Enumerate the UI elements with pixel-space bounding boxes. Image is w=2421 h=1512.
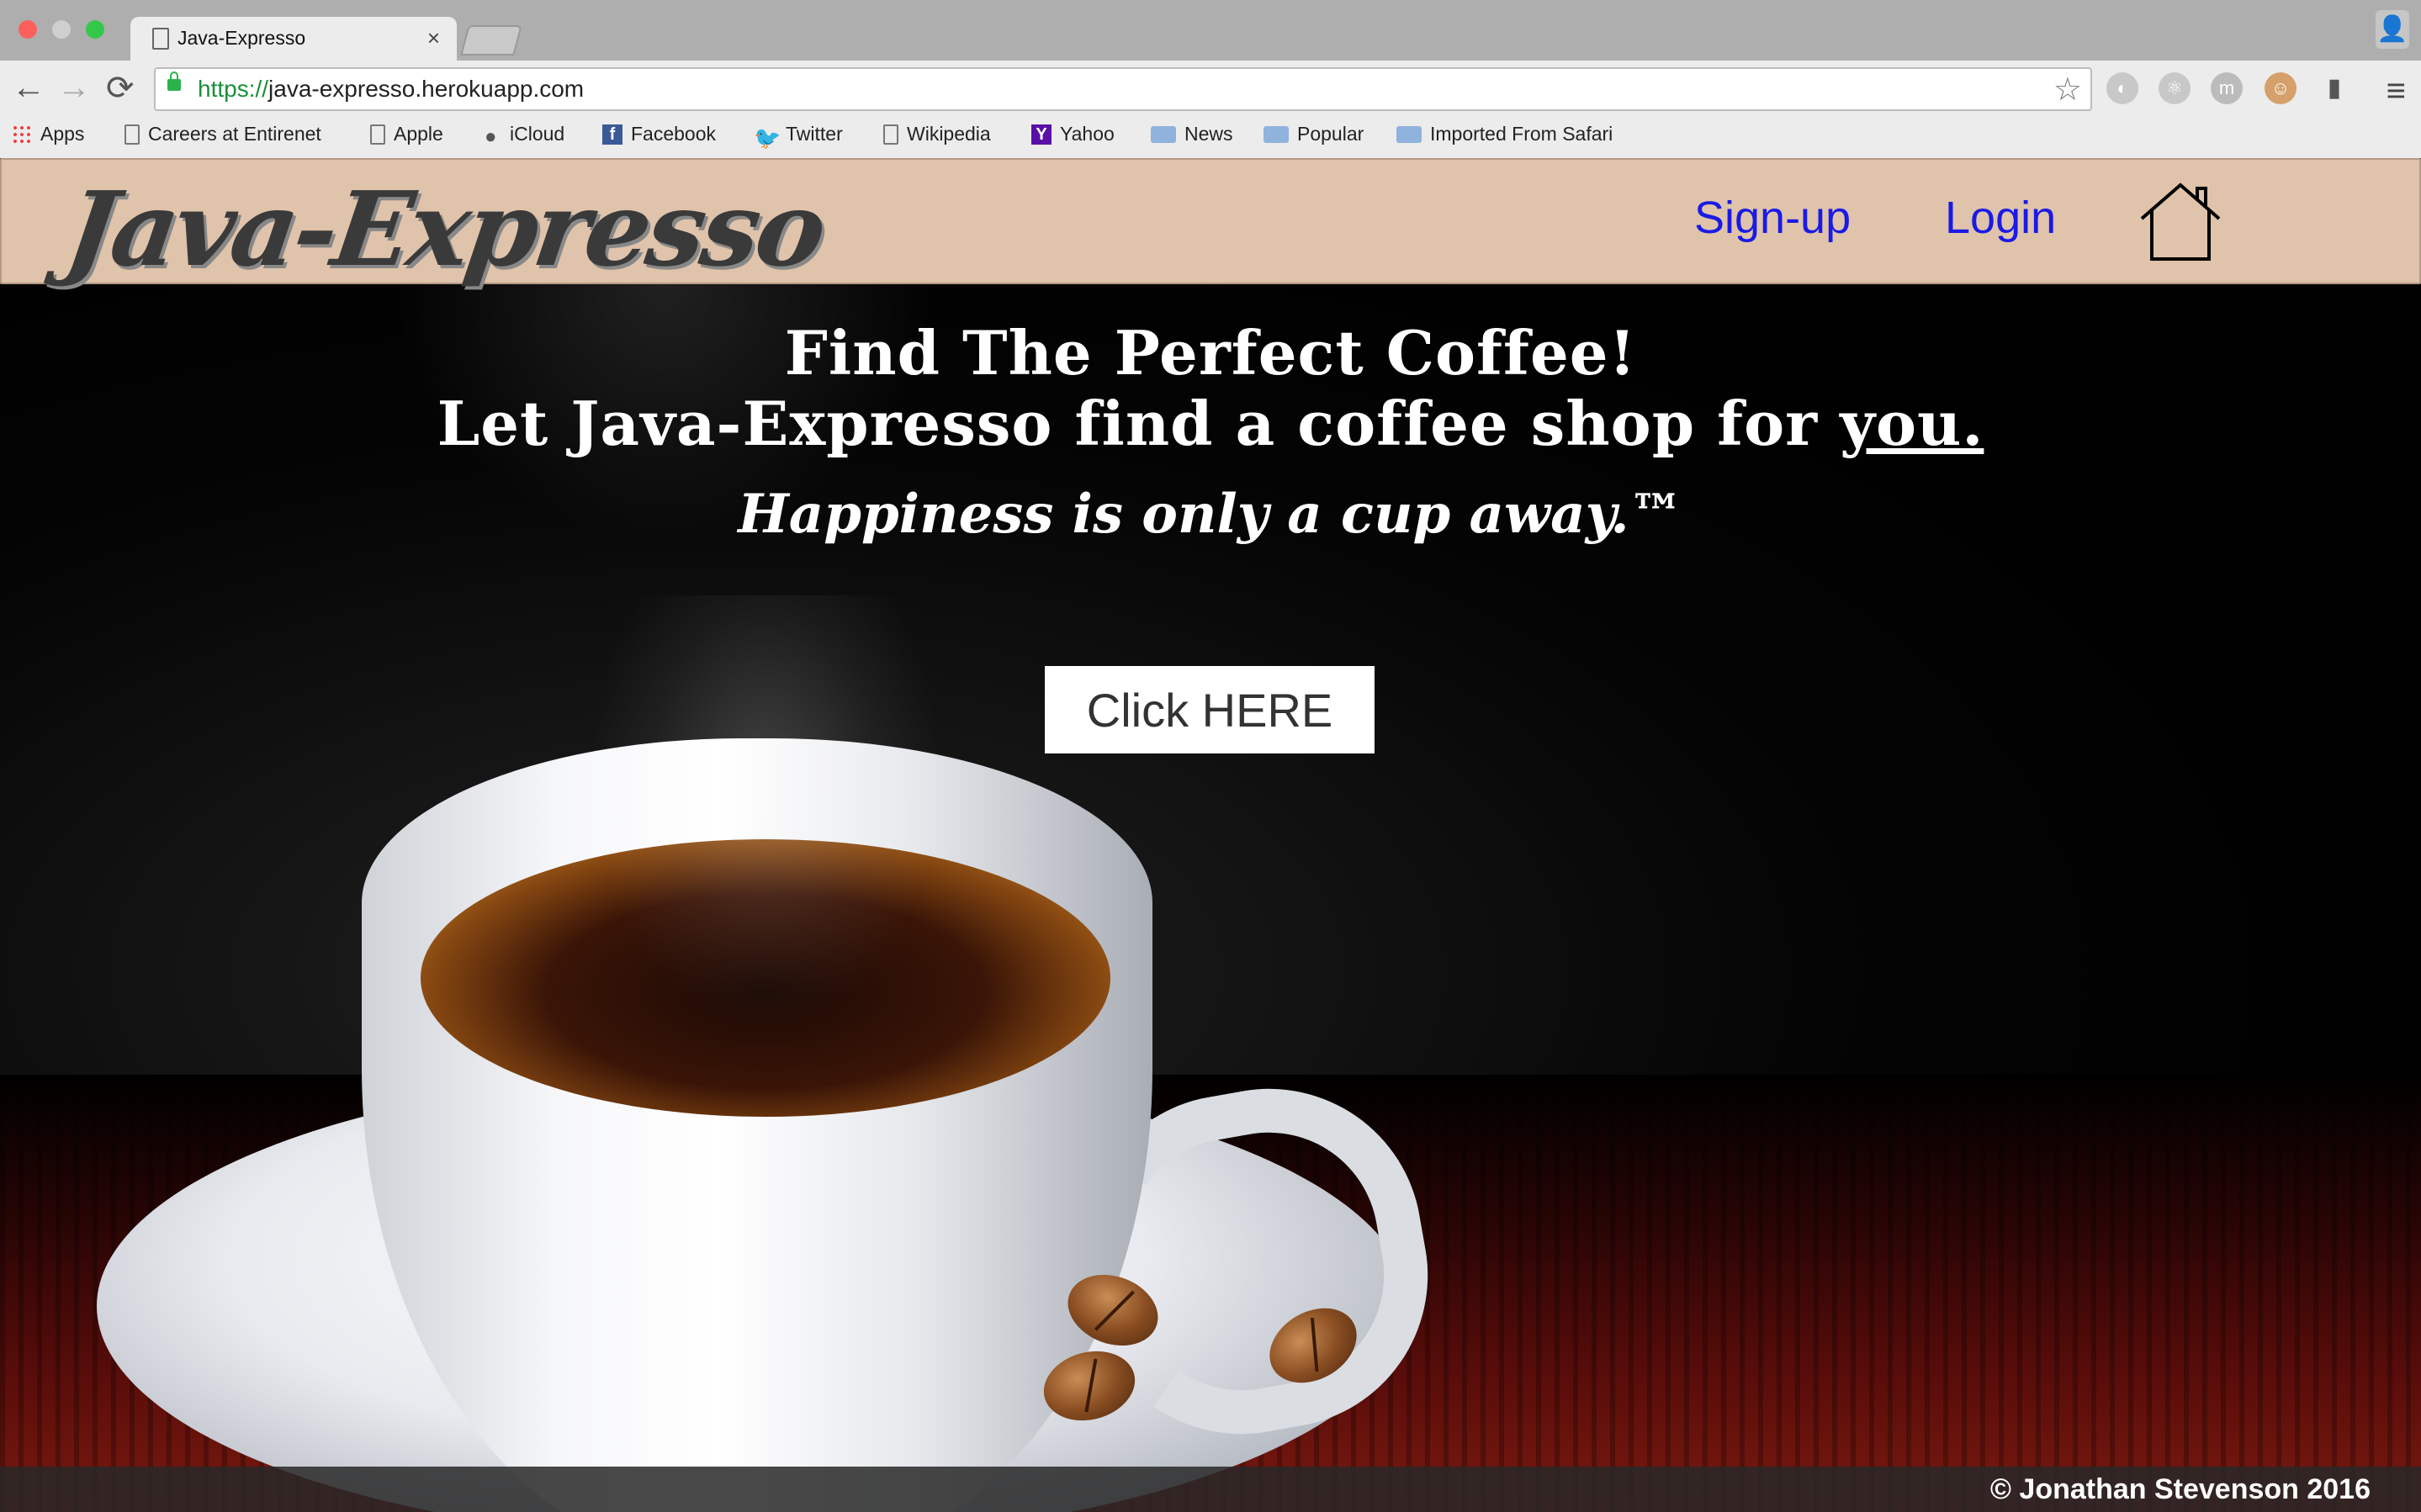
bookmark-imported[interactable]: Imported From Safari bbox=[1396, 123, 1613, 145]
web-page: Java-Expresso Sign-up Login Find The Per… bbox=[0, 158, 2421, 1512]
tab-close-icon[interactable]: × bbox=[427, 25, 440, 51]
bookmark-yahoo[interactable]: Y Yahoo bbox=[1031, 123, 1115, 145]
bookmark-apple[interactable]: Apple bbox=[370, 123, 443, 145]
copyright-text: © Jonathan Stevenson 2016 bbox=[1989, 1473, 2371, 1505]
bookmarks-bar: Apps Careers at Entirenet Apple ● iCloud … bbox=[0, 118, 2421, 160]
page-icon bbox=[370, 124, 385, 145]
bookmark-label: News bbox=[1184, 123, 1233, 145]
folder-icon bbox=[1396, 125, 1422, 143]
bookmark-label: Facebook bbox=[631, 123, 717, 145]
bookmark-label: Imported From Safari bbox=[1430, 123, 1613, 145]
menu-hamburger-icon[interactable]: ≡ bbox=[2387, 72, 2406, 110]
minimize-window-button[interactable] bbox=[52, 20, 71, 39]
back-arrow-icon[interactable]: ← bbox=[12, 69, 45, 107]
reload-icon[interactable]: ⟳ bbox=[106, 69, 135, 108]
tagline: Happiness is only a cup away.™ bbox=[738, 483, 1683, 546]
steam-image bbox=[589, 595, 942, 1033]
site-logo[interactable]: Java-Expresso bbox=[59, 168, 830, 289]
bookmark-news[interactable]: News bbox=[1151, 123, 1233, 145]
bookmark-popular[interactable]: Popular bbox=[1263, 123, 1364, 145]
signup-link[interactable]: Sign-up bbox=[1694, 192, 1851, 244]
apple-icon: ● bbox=[485, 124, 497, 148]
browser-toolbar: ← → ⟳ https://java-expresso.herokuapp.co… bbox=[0, 61, 2421, 118]
extension-swirl-icon[interactable]: ◐ bbox=[2106, 72, 2138, 104]
bookmark-label: Wikipedia bbox=[907, 123, 991, 145]
lock-icon bbox=[167, 71, 181, 91]
forward-arrow-icon[interactable]: → bbox=[57, 69, 91, 107]
yahoo-icon: Y bbox=[1031, 124, 1052, 145]
folder-icon bbox=[1263, 125, 1289, 143]
tab-title: Java-Expresso bbox=[177, 27, 306, 49]
folder-icon bbox=[1151, 125, 1176, 143]
bookmark-label: Twitter bbox=[786, 123, 843, 145]
headline-emphasis: you. bbox=[1840, 388, 1984, 459]
browser-chrome: Java-Expresso × 👤 ← → ⟳ https://java-exp… bbox=[0, 0, 2421, 160]
headline-secondary: Let Java-Expresso find a coffee shop for… bbox=[0, 389, 2421, 459]
extension-m-icon[interactable]: m bbox=[2211, 72, 2243, 104]
home-icon[interactable] bbox=[2138, 182, 2222, 262]
url-text[interactable]: https://java-expresso.herokuapp.com bbox=[198, 76, 584, 103]
browser-tab[interactable]: Java-Expresso × bbox=[130, 17, 457, 61]
headline-primary: Find The Perfect Coffee! bbox=[784, 317, 1637, 389]
bookmark-label: Careers at Entirenet bbox=[148, 123, 321, 145]
profile-icon[interactable]: 👤 bbox=[2376, 10, 2409, 49]
twitter-icon: 🐦 bbox=[754, 124, 781, 151]
click-here-button[interactable]: Click HERE bbox=[1045, 666, 1375, 753]
bookmark-icloud[interactable]: ● iCloud bbox=[485, 123, 565, 148]
tab-bar: Java-Expresso × 👤 bbox=[0, 0, 2421, 61]
page-icon bbox=[124, 124, 140, 145]
headline-secondary-text: Let Java-Expresso find a coffee shop for bbox=[437, 388, 1841, 459]
bookmark-star-icon[interactable]: ☆ bbox=[2053, 71, 2082, 108]
bookmark-twitter[interactable]: 🐦 Twitter bbox=[754, 123, 843, 151]
extension-react-icon[interactable]: ⚛ bbox=[2159, 72, 2191, 104]
site-footer: © Jonathan Stevenson 2016 bbox=[0, 1467, 2421, 1512]
bookmark-label: Popular bbox=[1297, 123, 1364, 145]
url-protocol: https:// bbox=[198, 76, 269, 102]
page-icon bbox=[152, 28, 169, 50]
new-tab-button[interactable] bbox=[460, 25, 522, 56]
bookmark-wikipedia[interactable]: Wikipedia bbox=[883, 123, 991, 145]
bookmark-label: Apps bbox=[40, 123, 85, 145]
bookmark-label: Yahoo bbox=[1060, 123, 1115, 145]
bookmark-careers[interactable]: Careers at Entirenet bbox=[124, 123, 321, 145]
address-bar[interactable]: https://java-expresso.herokuapp.com ☆ bbox=[154, 67, 2092, 111]
maximize-window-button[interactable] bbox=[86, 20, 104, 39]
apps-grid-icon bbox=[12, 124, 32, 145]
bookmark-label: iCloud bbox=[510, 123, 565, 145]
login-link[interactable]: Login bbox=[1945, 192, 2056, 244]
bookmark-label: Apple bbox=[394, 123, 443, 145]
site-header: Java-Expresso Sign-up Login bbox=[0, 158, 2421, 289]
bookmark-apps[interactable]: Apps bbox=[12, 123, 84, 145]
close-window-button[interactable] bbox=[19, 20, 37, 39]
facebook-icon: f bbox=[602, 124, 622, 145]
hero-section: Find The Perfect Coffee! Let Java-Expres… bbox=[0, 317, 2421, 547]
url-host: java-expresso.herokuapp.com bbox=[268, 76, 585, 102]
bookmark-facebook[interactable]: f Facebook bbox=[602, 123, 716, 145]
page-icon bbox=[883, 124, 898, 145]
extension-avatar-icon[interactable]: ☺ bbox=[2265, 72, 2297, 104]
extension-reader-icon[interactable]: ▮ bbox=[2318, 72, 2350, 104]
